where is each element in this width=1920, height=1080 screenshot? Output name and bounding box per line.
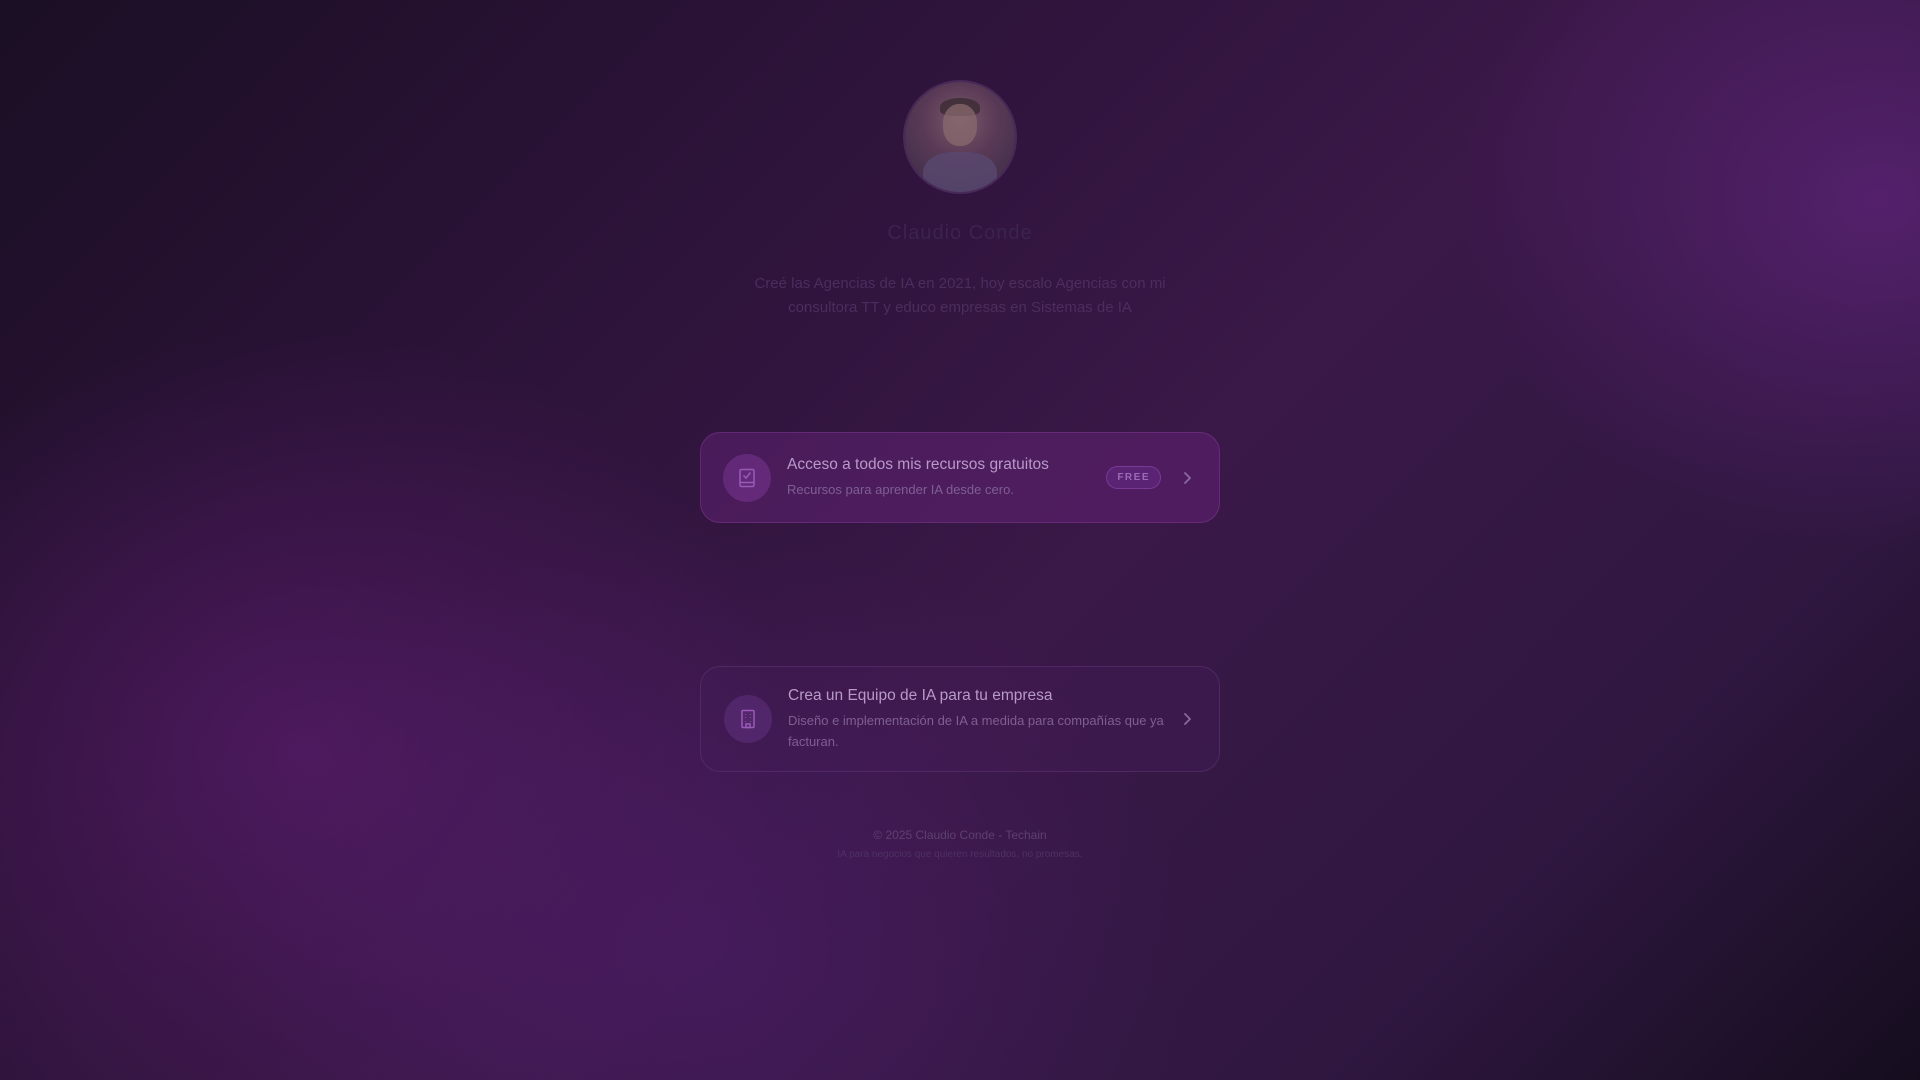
link-subtitle: Diseño e implementación de IA a medida p… (788, 713, 1164, 749)
chevron-right-icon (1175, 707, 1199, 731)
profile-bio: Creé las Agencias de IA en 2021, hoy esc… (754, 275, 1166, 316)
footer-tagline: IA para negocios que quieren resultados,… (837, 849, 1083, 860)
free-badge: FREE (1106, 466, 1161, 489)
link-title: Acceso a todos mis recursos gratuitos (787, 456, 1049, 473)
avatar-body (923, 152, 997, 192)
footer-copyright: © 2025 Claudio Conde - Techain (873, 828, 1047, 842)
link-title: Crea un Equipo de IA para tu empresa (788, 687, 1053, 704)
profile-name: Claudio Conde (887, 222, 1033, 244)
avatar-face (943, 104, 977, 146)
avatar (905, 82, 1015, 192)
book-check-icon (723, 453, 771, 502)
chevron-right-icon (1175, 466, 1199, 490)
building-icon (724, 695, 772, 743)
link-card-free-resources[interactable]: Acceso a todos mis recursos gratuitos Re… (700, 432, 1220, 523)
link-card-ai-team[interactable]: Crea un Equipo de IA para tu empresa Dis… (700, 666, 1220, 772)
link-subtitle: Recursos para aprender IA desde cero. (787, 482, 1014, 497)
